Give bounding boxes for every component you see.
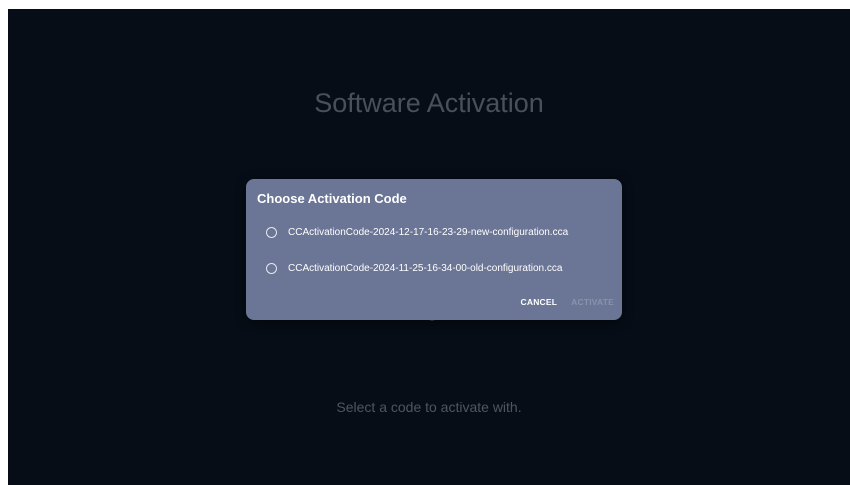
cancel-button[interactable]: CANCEL (521, 297, 558, 307)
radio-button-icon[interactable] (266, 226, 277, 238)
code-option-new[interactable]: CCActivationCode-2024-12-17-16-23-29-new… (266, 222, 568, 242)
dialog-actions: CANCEL ACTIVATE (521, 297, 614, 307)
activate-button[interactable]: ACTIVATE (571, 297, 614, 307)
code-option-label: CCActivationCode-2024-12-17-16-23-29-new… (288, 226, 569, 238)
code-option-label: CCActivationCode-2024-11-25-16-34-00-old… (288, 262, 563, 274)
hint-text: Select a code to activate with. (336, 399, 522, 415)
activation-screen: Software Activation Activating Device Se… (8, 9, 850, 485)
code-option-old[interactable]: CCActivationCode-2024-11-25-16-34-00-old… (266, 258, 562, 278)
page-title: Software Activation (314, 88, 544, 118)
radio-button-icon[interactable] (266, 262, 277, 274)
choose-code-dialog: Choose Activation Code CCActivationCode-… (246, 179, 622, 320)
dialog-title: Choose Activation Code (257, 191, 407, 206)
